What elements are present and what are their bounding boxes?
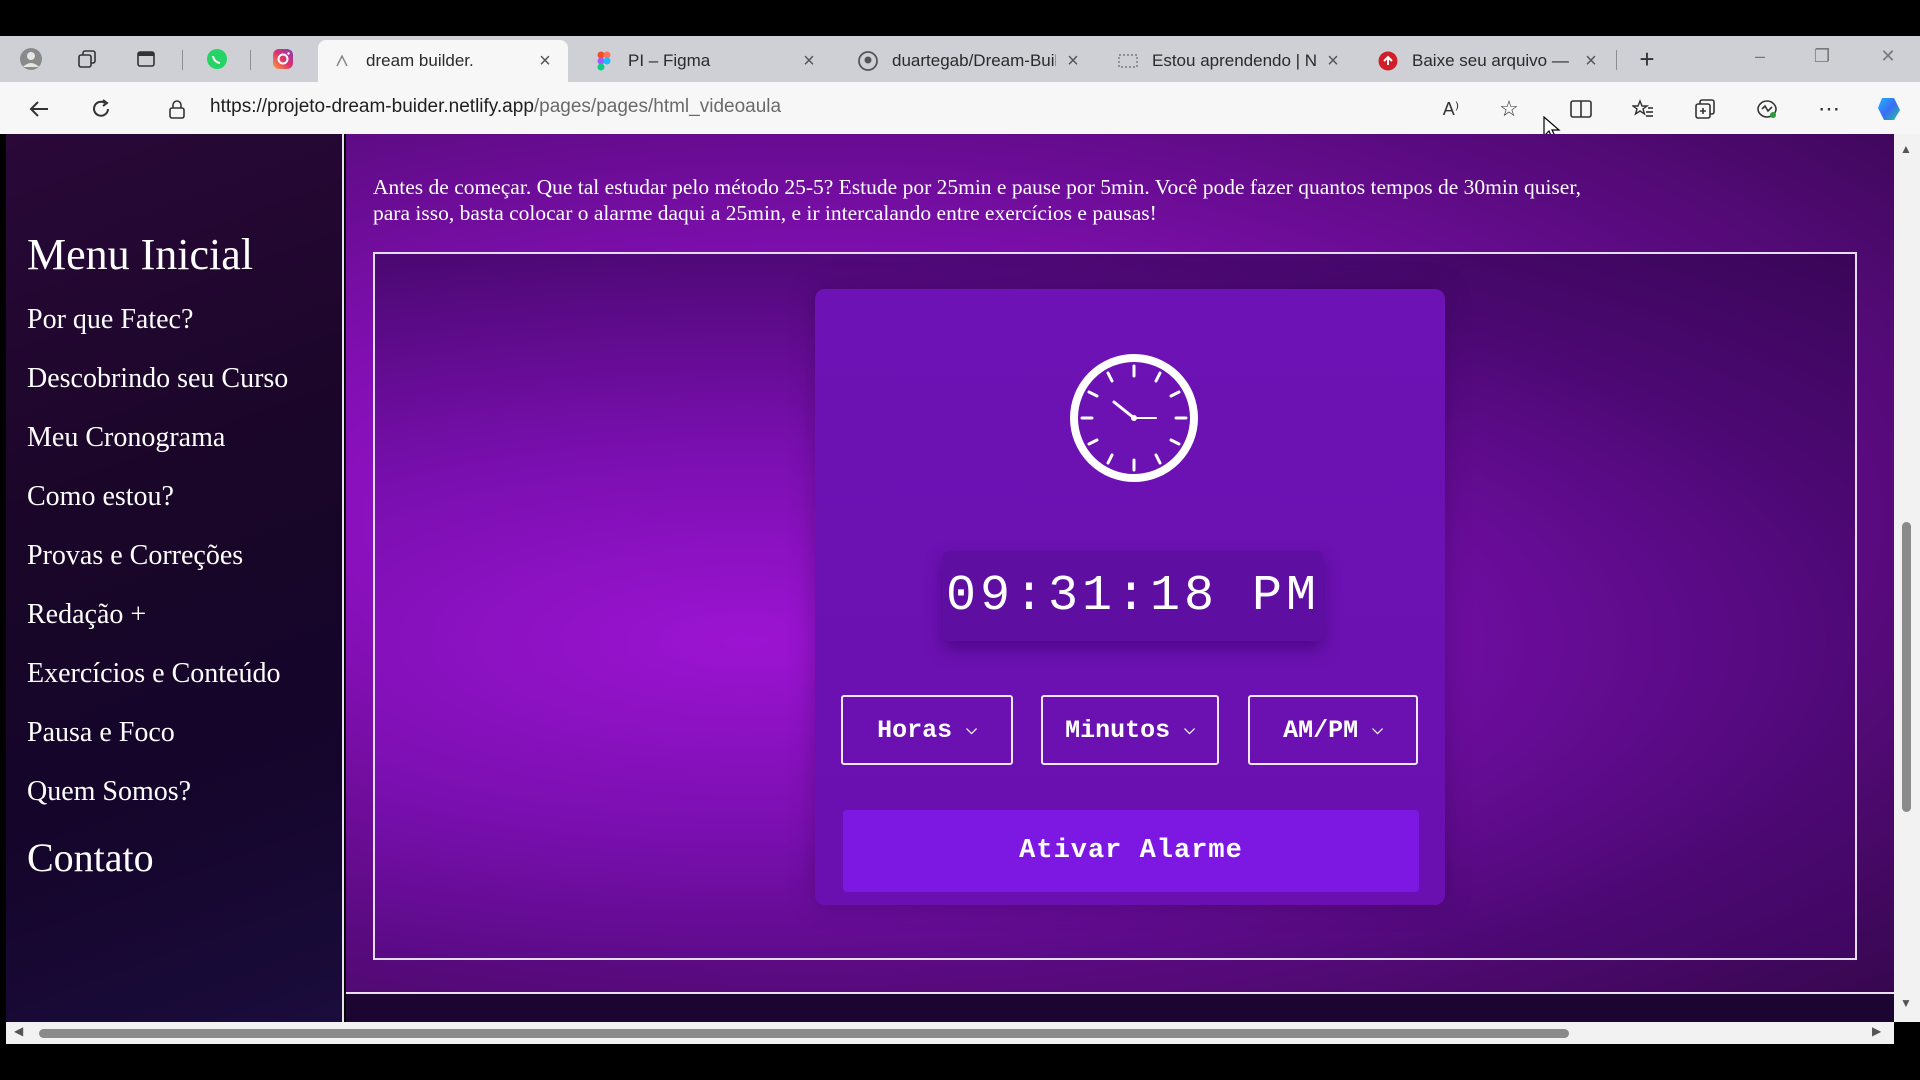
tab-baixe-arquivo[interactable]: Baixe seu arquivo — C ×	[1364, 40, 1614, 82]
screen-bottom-bar	[0, 1044, 1920, 1080]
minimize-icon[interactable]: –	[1740, 46, 1780, 67]
menu-title: Menu Inicial	[27, 230, 254, 279]
restore-icon[interactable]: ❐	[1802, 46, 1842, 67]
tab-figma[interactable]: PI – Figma ×	[580, 40, 832, 82]
ampm-select-label: AM/PM	[1283, 715, 1359, 745]
minutes-select[interactable]: Minutos ⌵	[1041, 695, 1219, 765]
alarm-card: 09:31:18 PM Horas ⌵ Minutos ⌵ AM/PM ⌵ At…	[815, 289, 1445, 905]
hours-select[interactable]: Horas ⌵	[841, 695, 1013, 765]
split-screen-icon[interactable]	[1566, 94, 1596, 124]
download-icon	[1378, 51, 1398, 71]
chevron-down-icon: ⌵	[1184, 722, 1195, 738]
sidebar-item-provas-correcoes[interactable]: Provas e Correções	[27, 538, 288, 597]
sidebar-item-por-que-fatec[interactable]: Por que Fatec?	[27, 302, 288, 361]
sidebar-item-quem-somos[interactable]: Quem Somos?	[27, 774, 288, 833]
tab-github[interactable]: duartegab/Dream-Buil ×	[844, 40, 1096, 82]
activate-alarm-button[interactable]: Ativar Alarme	[843, 810, 1419, 892]
tab-dream-builder[interactable]: dream builder. ×	[318, 40, 568, 82]
tab-title: Baixe seu arquivo — C	[1412, 51, 1574, 70]
tab-actions-icon[interactable]	[133, 46, 159, 72]
browser-tab-strip: dream builder. × PI – Figma × duartegab/…	[0, 36, 1920, 82]
close-tab-icon[interactable]: ×	[536, 50, 554, 73]
hours-select-label: Horas	[877, 715, 953, 745]
close-window-icon[interactable]: ✕	[1868, 46, 1908, 67]
sidebar-item-exercicios-conteudo[interactable]: Exercícios e Conteúdo	[27, 656, 288, 715]
chevron-down-icon: ⌵	[966, 722, 977, 738]
screen-top-bar	[0, 0, 1920, 36]
url-path: /pages/pages/html_videoaula	[533, 96, 782, 117]
site-icon	[1118, 51, 1138, 71]
browser-essentials-icon[interactable]	[1752, 94, 1782, 124]
workspaces-icon[interactable]	[74, 46, 100, 72]
chevron-down-icon: ⌵	[1372, 722, 1383, 738]
scroll-right-icon[interactable]: ▶	[1872, 1024, 1881, 1038]
back-icon[interactable]	[24, 94, 54, 124]
copilot-icon[interactable]	[1874, 94, 1904, 124]
close-tab-icon[interactable]: ×	[1064, 50, 1082, 73]
intro-line-2: para isso, basta colocar o alarme daqui …	[373, 201, 1157, 225]
instagram-icon[interactable]	[270, 46, 296, 72]
sidebar-item-contato[interactable]: Contato	[27, 834, 154, 881]
intro-line-1: Antes de começar. Que tal estudar pelo m…	[373, 175, 1581, 199]
tab-estou-aprendendo[interactable]: Estou aprendendo | N ×	[1104, 40, 1356, 82]
favorite-star-icon[interactable]: ☆	[1494, 94, 1524, 124]
clock-icon	[1070, 354, 1198, 482]
close-tab-icon[interactable]: ×	[1582, 50, 1600, 73]
favorites-icon[interactable]	[1628, 94, 1658, 124]
close-tab-icon[interactable]: ×	[1324, 50, 1342, 73]
github-icon	[858, 51, 878, 71]
page-viewport: Menu Inicial Por que Fatec? Descobrindo …	[0, 134, 1920, 1044]
horizontal-scroll-thumb[interactable]	[39, 1029, 1569, 1038]
sidebar-item-descobrindo-curso[interactable]: Descobrindo seu Curso	[27, 361, 288, 420]
tab-title: Estou aprendendo | N	[1152, 51, 1316, 70]
sidebar-item-redacao[interactable]: Redação +	[27, 597, 288, 656]
sidebar-item-pausa-foco[interactable]: Pausa e Foco	[27, 715, 288, 774]
main-section: Antes de começar. Que tal estudar pelo m…	[346, 134, 1894, 992]
new-tab-icon[interactable]: +	[1634, 44, 1660, 74]
close-tab-icon[interactable]: ×	[800, 50, 818, 73]
sidebar-menu: Menu Inicial Por que Fatec? Descobrindo …	[6, 134, 344, 1022]
profile-icon[interactable]	[18, 46, 44, 72]
vertical-scrollbar[interactable]: ▲ ▼	[1894, 134, 1920, 1022]
tab-title: duartegab/Dream-Buil	[892, 51, 1056, 70]
alarm-frame: 09:31:18 PM Horas ⌵ Minutos ⌵ AM/PM ⌵ At…	[373, 252, 1857, 960]
more-options-icon[interactable]: ⋯	[1814, 94, 1844, 124]
read-aloud-icon[interactable]: A⁾	[1436, 94, 1466, 124]
whatsapp-icon[interactable]	[204, 46, 230, 72]
tab-title: PI – Figma	[628, 51, 711, 70]
main-section-bottom	[346, 992, 1894, 1022]
menu-list: Por que Fatec? Descobrindo seu Curso Meu…	[27, 302, 288, 833]
scroll-down-icon[interactable]: ▼	[1900, 996, 1912, 1010]
scroll-up-icon[interactable]: ▲	[1900, 142, 1912, 156]
minutes-select-label: Minutos	[1065, 715, 1171, 745]
vertical-scroll-thumb[interactable]	[1902, 522, 1911, 812]
collections-icon[interactable]	[1690, 94, 1720, 124]
ampm-select[interactable]: AM/PM ⌵	[1248, 695, 1418, 765]
url-host: https://projeto-dream-buider.netlify.app	[210, 96, 534, 117]
url-field[interactable]: https://projeto-dream-buider.netlify.app…	[210, 96, 781, 118]
tab-title: dream builder.	[366, 51, 474, 70]
sidebar-item-meu-cronograma[interactable]: Meu Cronograma	[27, 420, 288, 479]
scroll-left-icon[interactable]: ◀	[14, 1024, 23, 1038]
intro-text: Antes de começar. Que tal estudar pelo m…	[373, 174, 1873, 226]
browser-address-bar: https://projeto-dream-buider.netlify.app…	[0, 82, 1920, 134]
horizontal-scrollbar[interactable]: ◀ ▶	[6, 1022, 1894, 1044]
netlify-icon	[332, 51, 352, 71]
main-content: Antes de começar. Que tal estudar pelo m…	[346, 134, 1894, 1022]
current-time-display: 09:31:18 PM	[943, 551, 1323, 641]
lock-icon[interactable]	[162, 94, 192, 124]
reload-icon[interactable]	[86, 94, 116, 124]
figma-icon	[594, 51, 614, 71]
sidebar-item-como-estou[interactable]: Como estou?	[27, 479, 288, 538]
